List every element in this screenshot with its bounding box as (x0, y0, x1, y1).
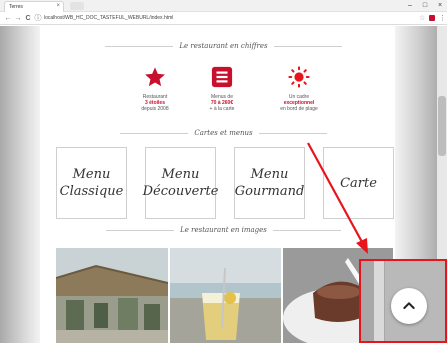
back-to-top-button[interactable] (391, 288, 427, 324)
forward-icon[interactable]: → (13, 13, 23, 24)
figures-title-text: Le restaurant en chiffres (179, 42, 268, 50)
divider (105, 45, 174, 47)
browser-window: Terres × – □ × ← → C ⓘ localhost/WB_HC_D… (0, 0, 447, 343)
card-title: Menu (72, 167, 111, 182)
maximize-button[interactable]: □ (418, 0, 432, 11)
divider (258, 132, 327, 134)
title-bar: Terres × – □ × (0, 0, 447, 12)
menu-list-icon (211, 66, 233, 88)
url-input[interactable]: localhost/WB_HC_DOC_TASTEFUL_WEBURL/inde… (44, 14, 414, 23)
address-bar: ← → C ⓘ localhost/WB_HC_DOC_TASTEFUL_WEB… (0, 12, 447, 25)
star-icon (144, 66, 166, 88)
card-title: Carte (340, 175, 377, 191)
site-info-icon[interactable]: ⓘ (33, 13, 43, 24)
menu-card-classique[interactable]: Menu Classique (56, 147, 127, 219)
feature-label: en bord de plage (280, 106, 318, 112)
card-subtitle: Découverte (142, 184, 219, 199)
tab-close-icon[interactable]: × (56, 3, 60, 9)
minimize-button[interactable]: – (403, 0, 417, 11)
bookmark-star-icon[interactable]: ☆ (419, 13, 425, 24)
figures-section-title: Le restaurant en chiffres (0, 42, 447, 50)
zoom-inset (359, 259, 447, 343)
menu-card-carte[interactable]: Carte (323, 147, 394, 219)
divider (106, 229, 175, 231)
card-title: Menu (250, 167, 289, 182)
browser-menu-icon[interactable]: ⋮ (439, 13, 446, 24)
divider (273, 45, 342, 47)
card-title: Menu (161, 167, 200, 182)
reload-icon[interactable]: C (23, 13, 33, 24)
browser-tab[interactable]: Terres × (4, 1, 64, 12)
feature-setting: Un cadre exceptionnel en bord de plage (249, 66, 349, 112)
zoom-background (374, 261, 384, 341)
menu-card-gourmand[interactable]: Menu Gourmand (234, 147, 305, 219)
cards-section-title: Cartes et menus (0, 129, 447, 137)
menu-card-decouverte[interactable]: Menu Découverte (142, 147, 219, 219)
card-subtitle: Classique (59, 184, 124, 199)
gallery-photo-terrace[interactable] (56, 248, 168, 343)
back-icon[interactable]: ← (3, 13, 13, 24)
tab-title: Terres (9, 4, 23, 10)
new-tab-button[interactable] (70, 2, 84, 10)
card-subtitle: Gourmand (234, 184, 305, 199)
close-window-button[interactable]: × (433, 0, 447, 11)
sun-icon (288, 66, 310, 88)
divider (272, 229, 341, 231)
extension-icon[interactable] (429, 15, 435, 21)
divider (120, 132, 189, 134)
gallery-photo-drink[interactable] (170, 248, 281, 343)
cards-title-text: Cartes et menus (194, 129, 253, 137)
chevron-up-icon (403, 302, 415, 309)
images-title-text: Le restaurant en images (180, 226, 267, 234)
scroll-thumb[interactable] (438, 96, 446, 156)
background-image-left (0, 26, 40, 343)
images-section-title: Le restaurant en images (0, 226, 447, 234)
